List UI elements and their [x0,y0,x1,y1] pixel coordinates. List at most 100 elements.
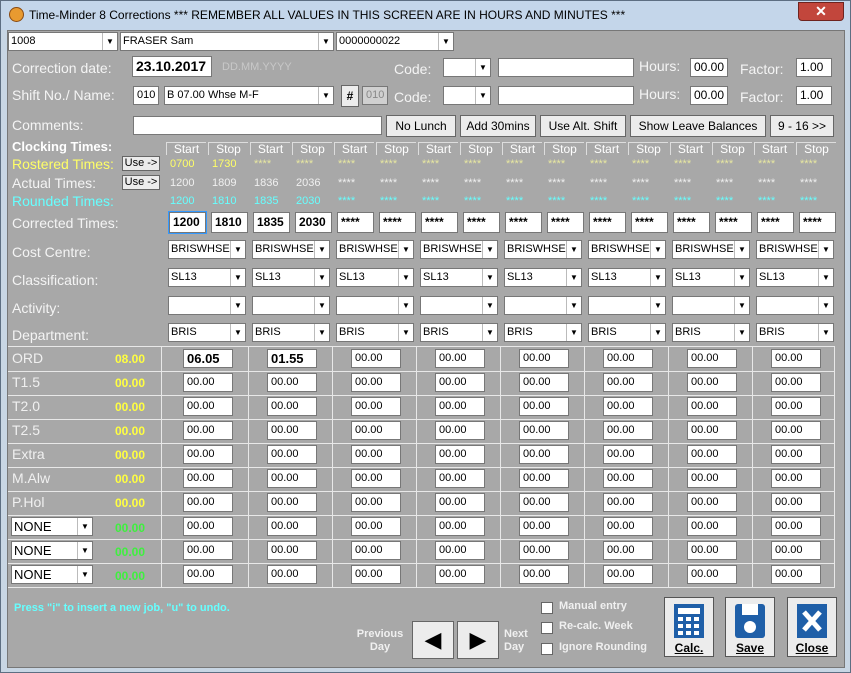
chevron-down-icon[interactable]: ▼ [77,542,92,559]
hours-value-input[interactable]: 00.00 [351,469,401,488]
extra-value-input[interactable]: 00.00 [267,565,317,584]
chevron-down-icon[interactable]: ▼ [734,269,749,286]
hours-value-input[interactable]: 00.00 [771,373,821,392]
classification-select-6[interactable]: SL13 ▼ [588,268,666,287]
extra-value-input[interactable]: 00.00 [435,565,485,584]
hours-value-input[interactable]: 00.00 [435,493,485,512]
hours-value-input[interactable]: 00.00 [267,445,317,464]
chevron-down-icon[interactable]: ▼ [230,297,245,314]
hours-value-input[interactable]: 00.00 [687,397,737,416]
code-hours-input-1[interactable]: 00.00 [690,58,728,77]
hours-value-input[interactable]: 00.00 [687,349,737,368]
extra-value-input[interactable]: 00.00 [519,541,569,560]
chevron-down-icon[interactable]: ▼ [318,33,333,50]
hours-value-input[interactable]: 00.00 [687,373,737,392]
save-button[interactable]: Save [725,597,775,657]
chevron-down-icon[interactable]: ▼ [566,324,581,341]
hours-value-input[interactable]: 00.00 [519,493,569,512]
classification-select-4[interactable]: SL13 ▼ [420,268,498,287]
shift-name-select[interactable]: B 07.00 Whse M-F ▼ [164,86,334,105]
hours-value-input[interactable]: 00.00 [771,397,821,416]
shift-lookup-button[interactable]: # [341,85,359,107]
code-description-2[interactable] [498,86,634,105]
chevron-down-icon[interactable]: ▼ [566,269,581,286]
cost-centre-select-7[interactable]: BRISWHSE ▼ [672,240,750,259]
extra-value-input[interactable]: 00.00 [183,565,233,584]
chevron-down-icon[interactable]: ▼ [818,241,833,258]
cost-centre-select-3[interactable]: BRISWHSE ▼ [336,240,414,259]
classification-select-5[interactable]: SL13 ▼ [504,268,582,287]
extra-value-input[interactable]: 00.00 [183,541,233,560]
corrected-time-input[interactable]: **** [421,212,458,233]
code-factor-input-1[interactable]: 1.00 [796,58,832,77]
use-actual-button[interactable]: Use -> [122,175,160,190]
hours-value-input[interactable]: 00.00 [435,349,485,368]
activity-select-1[interactable]: ▼ [168,296,246,315]
hours-value-input[interactable]: 00.00 [771,469,821,488]
hours-value-input[interactable]: 01.55 [267,349,317,368]
hours-value-input[interactable]: 00.00 [771,349,821,368]
chevron-down-icon[interactable]: ▼ [230,324,245,341]
cost-centre-select-8[interactable]: BRISWHSE ▼ [756,240,834,259]
hours-value-input[interactable]: 00.00 [435,469,485,488]
chevron-down-icon[interactable]: ▼ [398,241,413,258]
hours-value-input[interactable]: 00.00 [351,349,401,368]
hours-value-input[interactable]: 06.05 [183,349,233,368]
corrected-time-input[interactable]: 1835 [253,212,290,233]
chevron-down-icon[interactable]: ▼ [650,324,665,341]
chevron-down-icon[interactable]: ▼ [734,324,749,341]
code-hours-input-2[interactable]: 00.00 [690,86,728,105]
classification-select-3[interactable]: SL13 ▼ [336,268,414,287]
activity-select-5[interactable]: ▼ [504,296,582,315]
hours-value-input[interactable]: 00.00 [351,493,401,512]
no-lunch-button[interactable]: No Lunch [386,115,456,137]
hours-value-input[interactable]: 00.00 [183,421,233,440]
extra-value-input[interactable]: 00.00 [519,565,569,584]
extra-value-input[interactable]: 00.00 [183,517,233,536]
department-select-5[interactable]: BRIS ▼ [504,323,582,342]
extra-value-input[interactable]: 00.00 [771,565,821,584]
window-close-button[interactable]: ✕ [798,2,844,21]
corrected-time-input[interactable]: 1200 [168,211,207,234]
chevron-down-icon[interactable]: ▼ [314,297,329,314]
cost-centre-select-1[interactable]: BRISWHSE ▼ [168,240,246,259]
hours-value-input[interactable]: 00.00 [519,469,569,488]
classification-select-7[interactable]: SL13 ▼ [672,268,750,287]
ignore-rounding-checkbox[interactable] [541,643,553,655]
card-number-select[interactable]: 0000000022 ▼ [336,32,454,51]
shift-number2-input[interactable]: 010 [362,86,388,105]
corrected-time-input[interactable]: **** [799,212,836,233]
department-select-4[interactable]: BRIS ▼ [420,323,498,342]
hours-value-input[interactable]: 00.00 [435,397,485,416]
activity-select-2[interactable]: ▼ [252,296,330,315]
hours-value-input[interactable]: 00.00 [351,445,401,464]
hours-value-input[interactable]: 00.00 [183,493,233,512]
hours-value-input[interactable]: 00.00 [519,397,569,416]
activity-select-8[interactable]: ▼ [756,296,834,315]
close-button[interactable]: Close [787,597,837,657]
hours-value-input[interactable]: 00.00 [519,445,569,464]
chevron-down-icon[interactable]: ▼ [314,241,329,258]
extra-value-input[interactable]: 00.00 [435,517,485,536]
classification-select-1[interactable]: SL13 ▼ [168,268,246,287]
activity-select-4[interactable]: ▼ [420,296,498,315]
hours-value-input[interactable]: 00.00 [435,373,485,392]
hours-value-input[interactable]: 00.00 [771,493,821,512]
hours-value-input[interactable]: 00.00 [603,469,653,488]
correction-date-input[interactable]: 23.10.2017 [132,56,212,77]
chevron-down-icon[interactable]: ▼ [818,269,833,286]
activity-select-7[interactable]: ▼ [672,296,750,315]
chevron-down-icon[interactable]: ▼ [475,87,490,104]
activity-select-3[interactable]: ▼ [336,296,414,315]
corrected-time-input[interactable]: **** [547,212,584,233]
hours-value-input[interactable]: 00.00 [603,493,653,512]
recalc-week-checkbox[interactable] [541,622,553,634]
use-rostered-button[interactable]: Use -> [122,156,160,171]
chevron-down-icon[interactable]: ▼ [314,269,329,286]
chevron-down-icon[interactable]: ▼ [318,87,333,104]
hours-value-input[interactable]: 00.00 [267,421,317,440]
hours-value-input[interactable]: 00.00 [267,397,317,416]
chevron-down-icon[interactable]: ▼ [650,297,665,314]
hours-value-input[interactable]: 00.00 [267,469,317,488]
chevron-down-icon[interactable]: ▼ [566,241,581,258]
